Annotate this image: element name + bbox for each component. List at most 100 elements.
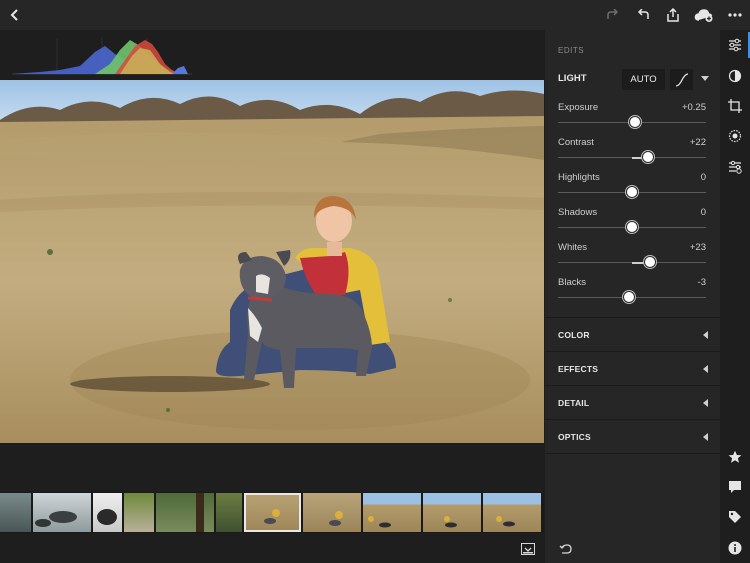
- top-toolbar: [0, 0, 750, 30]
- filmstrip-thumb[interactable]: [216, 493, 242, 532]
- slider-label: Whites: [558, 242, 588, 253]
- section-label: DETAIL: [558, 398, 590, 408]
- rating-button[interactable]: [726, 448, 744, 466]
- edit-panel: EDITS LIGHT AUTO Exposure +0.25 Contrast +2…: [545, 30, 720, 563]
- presets-button[interactable]: [726, 67, 744, 85]
- light-section-label: LIGHT: [558, 73, 587, 84]
- filmstrip-thumb[interactable]: [423, 493, 481, 532]
- section-label: OPTICS: [558, 432, 591, 442]
- slider-exposure[interactable]: Exposure +0.25: [558, 102, 706, 132]
- slider-value[interactable]: 0: [701, 172, 706, 183]
- slider-label: Contrast: [558, 137, 594, 148]
- share-button[interactable]: [664, 4, 682, 26]
- divider: [545, 419, 720, 420]
- photo-margin: [0, 443, 544, 492]
- back-button[interactable]: [6, 4, 24, 26]
- crop-button[interactable]: [726, 97, 744, 115]
- selective-button[interactable]: [726, 127, 744, 145]
- tag-icon: [729, 511, 741, 523]
- more-icon: [728, 13, 742, 17]
- filmstrip-thumb-selected[interactable]: [244, 493, 301, 532]
- expand-caret-icon: [703, 331, 708, 339]
- filmstrip-thumb[interactable]: [156, 493, 214, 532]
- filmstrip[interactable]: [0, 492, 544, 533]
- slider-contrast[interactable]: Contrast +22: [558, 137, 706, 167]
- section-color[interactable]: COLOR: [558, 330, 708, 350]
- tone-curve-icon: [675, 72, 688, 87]
- edits-title: EDITS: [558, 46, 585, 55]
- divider: [545, 385, 720, 386]
- filmstrip-thumb[interactable]: [93, 493, 122, 532]
- expand-caret-icon: [703, 365, 708, 373]
- section-optics[interactable]: OPTICS: [558, 432, 708, 452]
- reset-button[interactable]: [559, 542, 573, 560]
- cloud-sync-button[interactable]: [693, 4, 715, 26]
- reset-icon: [559, 544, 572, 554]
- chevron-left-icon: [10, 9, 18, 21]
- bottom-bar: [0, 533, 544, 563]
- undo-button[interactable]: [634, 4, 652, 26]
- histogram: [0, 30, 544, 80]
- slider-value[interactable]: +0.25: [682, 102, 706, 113]
- slider-thumb[interactable]: [642, 151, 655, 163]
- comment-icon: [729, 481, 741, 493]
- cloud-add-icon: [694, 9, 713, 22]
- healing-icon: [729, 160, 742, 174]
- slider-value[interactable]: +22: [690, 137, 706, 148]
- slider-label: Exposure: [558, 102, 599, 113]
- share-icon: [667, 8, 679, 22]
- slider-thumb[interactable]: [626, 221, 638, 233]
- filmstrip-thumb[interactable]: [33, 493, 91, 532]
- filmstrip-toggle-button[interactable]: [521, 542, 535, 560]
- crop-icon: [728, 99, 742, 113]
- slider-highlights[interactable]: Highlights 0: [558, 172, 706, 202]
- redo-button[interactable]: [604, 4, 622, 26]
- divider: [545, 453, 720, 454]
- slider-value[interactable]: -3: [698, 277, 706, 288]
- presets-icon: [728, 69, 742, 83]
- filmstrip-thumb[interactable]: [0, 493, 31, 532]
- slider-whites[interactable]: Whites +23: [558, 242, 706, 272]
- info-button[interactable]: [726, 539, 744, 557]
- section-label: EFFECTS: [558, 364, 599, 374]
- section-detail[interactable]: DETAIL: [558, 398, 708, 418]
- slider-label: Shadows: [558, 207, 598, 218]
- slider-shadows[interactable]: Shadows 0: [558, 207, 706, 237]
- redo-icon: [607, 9, 619, 19]
- auto-button[interactable]: AUTO: [622, 69, 665, 90]
- slider-thumb[interactable]: [626, 186, 638, 198]
- edit-sliders-icon: [729, 38, 741, 52]
- section-label: COLOR: [558, 330, 590, 340]
- edit-sliders-button[interactable]: [726, 36, 744, 54]
- slider-value[interactable]: 0: [701, 207, 706, 218]
- light-collapse-caret[interactable]: [701, 76, 709, 81]
- star-icon: [728, 450, 742, 463]
- expand-caret-icon: [703, 399, 708, 407]
- slider-value[interactable]: +23: [690, 242, 706, 253]
- slider-label: Blacks: [558, 277, 586, 288]
- slider-label: Highlights: [558, 172, 600, 183]
- filmstrip-thumb[interactable]: [303, 493, 361, 532]
- section-effects[interactable]: EFFECTS: [558, 364, 708, 384]
- photo-canvas[interactable]: [0, 80, 544, 443]
- tone-curve-button[interactable]: [670, 69, 693, 90]
- slider-blacks[interactable]: Blacks -3: [558, 277, 706, 307]
- slider-thumb[interactable]: [628, 116, 641, 128]
- filmstrip-toggle-icon: [521, 543, 535, 555]
- info-icon: [728, 541, 742, 555]
- divider: [545, 317, 720, 318]
- filmstrip-thumb[interactable]: [363, 493, 421, 532]
- comment-button[interactable]: [726, 478, 744, 496]
- undo-icon: [637, 9, 649, 19]
- more-button[interactable]: [726, 4, 744, 26]
- slider-thumb[interactable]: [623, 291, 636, 303]
- keyword-button[interactable]: [726, 508, 744, 526]
- slider-thumb[interactable]: [643, 256, 656, 268]
- healing-button[interactable]: [726, 158, 744, 176]
- divider: [545, 351, 720, 352]
- filmstrip-thumb[interactable]: [483, 493, 541, 532]
- filmstrip-thumb[interactable]: [124, 493, 154, 532]
- selective-icon: [728, 129, 742, 143]
- expand-caret-icon: [703, 433, 708, 441]
- tool-rail: [720, 30, 750, 563]
